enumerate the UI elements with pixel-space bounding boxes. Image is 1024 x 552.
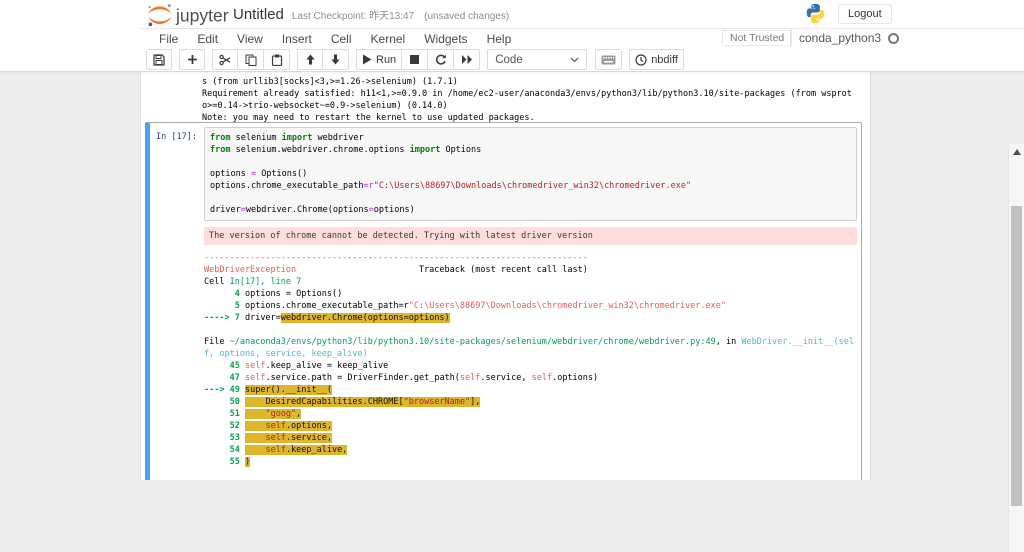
scissors-icon — [219, 54, 231, 65]
menu-widgets[interactable]: Widgets — [416, 30, 475, 48]
copy-cell-button[interactable] — [238, 49, 264, 70]
nbdiff-button[interactable]: nbdiff — [629, 49, 684, 70]
insert-cell-button[interactable] — [179, 49, 205, 70]
menu-insert[interactable]: Insert — [274, 30, 320, 48]
kernel-indicator: conda_python3 — [790, 29, 900, 47]
paste-icon — [271, 54, 282, 66]
move-cell-down-button[interactable] — [323, 49, 349, 70]
save-icon — [153, 53, 165, 66]
cell-type-value: Code — [495, 53, 523, 66]
menu-edit[interactable]: Edit — [189, 30, 226, 48]
restart-icon — [435, 54, 446, 65]
plus-icon — [187, 55, 197, 64]
kernel-name: conda_python3 — [799, 31, 882, 45]
fast-forward-icon — [461, 55, 472, 64]
notebook-container: s (from urllib3[socks]<3,>=1.26->seleniu… — [140, 72, 871, 480]
menu-cell[interactable]: Cell — [323, 30, 360, 48]
notebook-area: s (from urllib3[socks]<3,>=1.26->seleniu… — [0, 72, 1024, 552]
menu-help[interactable]: Help — [479, 30, 520, 48]
run-cell-button[interactable]: Run — [356, 49, 403, 70]
scrollbar-thumb[interactable] — [1011, 206, 1022, 506]
stop-icon — [410, 55, 420, 64]
toolbar: Run Code nbdiff — [0, 48, 1024, 72]
python-logo-icon — [806, 3, 825, 24]
notebook-title[interactable]: Untitled — [233, 6, 284, 23]
logout-button[interactable]: Logout — [838, 4, 892, 24]
menu-kernel[interactable]: Kernel — [363, 30, 414, 48]
menus: File Edit View Insert Cell Kernel Widget… — [151, 29, 522, 48]
cell-type-select[interactable]: Code — [487, 49, 588, 70]
menu-view[interactable]: View — [229, 30, 271, 48]
app-header: jupyter Untitled Last Checkpoint: 昨天13:4… — [0, 0, 1024, 72]
stderr-output: The version of chrome cannot be detected… — [204, 227, 857, 245]
play-icon — [363, 54, 372, 65]
paste-cell-button[interactable] — [264, 49, 290, 70]
keyboard-icon — [601, 55, 616, 64]
command-palette-button[interactable] — [595, 49, 623, 70]
cut-cell-button[interactable] — [212, 49, 238, 70]
jupyter-logo-text: jupyter — [175, 6, 229, 26]
error-traceback: ----------------------------------------… — [204, 253, 854, 467]
header-row: jupyter Untitled Last Checkpoint: 昨天13:4… — [0, 0, 1024, 28]
unsaved-changes-text: (unsaved changes) — [424, 11, 510, 22]
run-label: Run — [376, 53, 397, 66]
not-trusted-button[interactable]: Not Trusted — [722, 30, 793, 46]
code-editor[interactable]: from selenium import webdriver from selen… — [204, 127, 857, 221]
menu-bar: File Edit View Insert Cell Kernel Widget… — [0, 29, 1024, 48]
interrupt-kernel-button[interactable] — [402, 49, 429, 70]
clock-icon — [635, 53, 647, 66]
menu-file[interactable]: File — [151, 30, 186, 48]
restart-run-all-button[interactable] — [454, 49, 481, 70]
nbdiff-label: nbdiff — [651, 53, 678, 66]
title-group: Untitled Last Checkpoint: 昨天13:47 (unsav… — [233, 6, 509, 23]
cell-input-row: In [17]: from selenium import webdriver f… — [154, 127, 857, 221]
copy-icon — [245, 54, 256, 66]
notebook-scrollbar[interactable] — [1008, 144, 1024, 552]
previous-cell-output: s (from urllib3[socks]<3,>=1.26->seleniu… — [202, 77, 852, 123]
cell-output-area: The version of chrome cannot be detected… — [204, 227, 857, 480]
arrow-down-icon — [331, 54, 340, 65]
restart-kernel-button[interactable] — [428, 49, 455, 70]
scrollbar-up-arrow[interactable] — [1011, 146, 1023, 158]
input-prompt: In [17]: — [156, 132, 197, 142]
checkpoint-text: Last Checkpoint: 昨天13:47 — [291, 11, 415, 22]
arrow-up-icon — [305, 54, 315, 65]
selected-code-cell[interactable]: In [17]: from selenium import webdriver f… — [145, 122, 862, 480]
chevron-down-icon — [570, 57, 579, 62]
save-button[interactable] — [146, 49, 172, 70]
move-cell-up-button[interactable] — [297, 49, 323, 70]
kernel-idle-icon — [888, 32, 900, 44]
